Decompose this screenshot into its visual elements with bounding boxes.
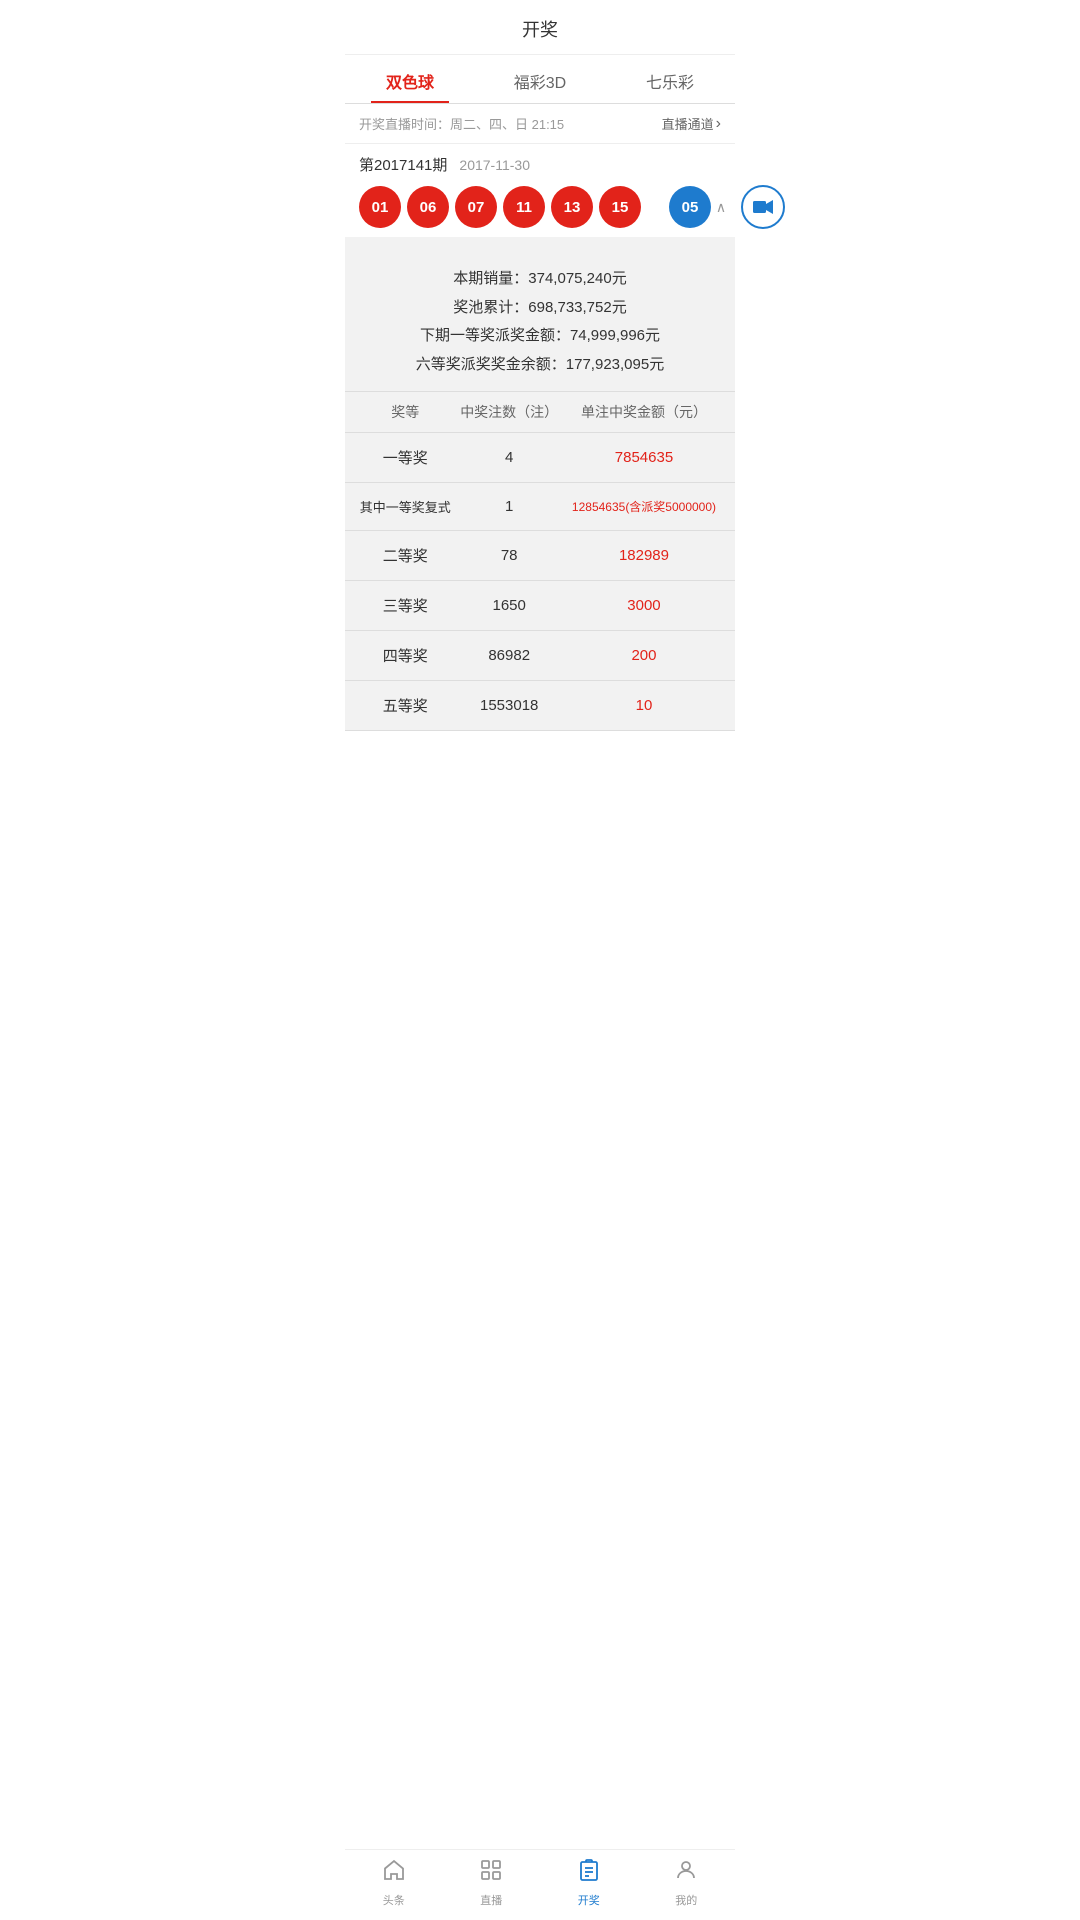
prize-row-5: 四等奖 86982 200: [345, 631, 735, 681]
header-col-count: 中奖注数（注）: [451, 402, 567, 422]
prize-row-4: 三等奖 1650 3000: [345, 581, 735, 631]
nav-headlines[interactable]: 头条: [345, 1858, 443, 1908]
prize-level-5: 四等奖: [359, 645, 451, 666]
prize-amount-1: 7854635: [567, 449, 721, 466]
blue-ball: 05: [669, 186, 711, 228]
tab-shuangseqiu[interactable]: 双色球: [345, 55, 475, 103]
prize-row-6: 五等奖 1553018 10: [345, 681, 735, 731]
red-ball-3: 07: [455, 186, 497, 228]
home-icon: [382, 1858, 406, 1888]
sales-line2: 奖池累计：698,733,752元: [355, 294, 725, 323]
prize-count-2: 1: [451, 498, 567, 515]
nav-live-label: 直播: [480, 1892, 502, 1908]
prize-amount-5: 200: [567, 647, 721, 664]
red-balls: 01 06 07 11 13 15: [359, 186, 641, 228]
live-bar: 开奖直播时间：周二、四、日 21:15 直播通道: [345, 104, 735, 144]
nav-live[interactable]: 直播: [443, 1858, 541, 1908]
header-col-level: 奖等: [359, 402, 451, 422]
prize-amount-3: 182989: [567, 547, 721, 564]
nav-lottery-label: 开奖: [578, 1892, 600, 1908]
page-title: 开奖: [522, 20, 558, 40]
nav-mine[interactable]: 我的: [638, 1858, 736, 1908]
triangle-pointer: [528, 237, 552, 249]
live-time-label: 开奖直播时间：周二、四、日 21:15: [359, 114, 564, 133]
person-icon: [674, 1858, 698, 1888]
tabs-bar: 双色球 福彩3D 七乐彩: [345, 55, 735, 104]
clipboard-icon: [577, 1858, 601, 1888]
red-ball-1: 01: [359, 186, 401, 228]
prize-level-1: 一等奖: [359, 447, 451, 468]
grid-icon: [479, 1858, 503, 1888]
sales-info: 本期销量：374,075,240元 奖池累计：698,733,752元 下期一等…: [345, 249, 735, 391]
prize-level-2: 其中一等奖复式: [359, 497, 451, 516]
sales-line1: 本期销量：374,075,240元: [355, 265, 725, 294]
video-button[interactable]: [741, 185, 785, 229]
balls-row: 01 06 07 11 13 15: [359, 185, 721, 229]
details-section: 本期销量：374,075,240元 奖池累计：698,733,752元 下期一等…: [345, 237, 735, 731]
prize-count-5: 86982: [451, 647, 567, 664]
period-number: 第2017141期: [359, 154, 447, 175]
red-ball-4: 11: [503, 186, 545, 228]
bottom-nav: 头条 直播 开奖: [345, 1849, 735, 1920]
red-ball-5: 13: [551, 186, 593, 228]
blue-ball-wrap: 05: [669, 186, 711, 228]
prize-row-3: 二等奖 78 182989: [345, 531, 735, 581]
prize-count-1: 4: [451, 449, 567, 466]
prize-count-4: 1650: [451, 597, 567, 614]
red-ball-6: 15: [599, 186, 641, 228]
nav-headlines-label: 头条: [383, 1892, 405, 1908]
nav-lottery[interactable]: 开奖: [540, 1858, 638, 1908]
prize-amount-4: 3000: [567, 597, 721, 614]
prize-row-2: 其中一等奖复式 1 12854635(含派奖5000000): [345, 483, 735, 531]
prize-level-3: 二等奖: [359, 545, 451, 566]
period-section: 第2017141期 2017-11-30 01 06 07 11 13: [345, 144, 735, 237]
sales-line4: 六等奖派奖奖金余额：177,923,095元: [355, 351, 725, 380]
red-ball-2: 06: [407, 186, 449, 228]
nav-mine-label: 我的: [675, 1892, 697, 1908]
sales-line3: 下期一等奖派奖金额：74,999,996元: [355, 322, 725, 351]
prize-amount-2: 12854635(含派奖5000000): [567, 498, 721, 515]
page-header: 开奖: [345, 0, 735, 55]
table-header: 奖等 中奖注数（注） 单注中奖金额（元）: [345, 391, 735, 433]
prize-level-4: 三等奖: [359, 595, 451, 616]
tab-fucai3d[interactable]: 福彩3D: [475, 55, 605, 103]
prize-count-6: 1553018: [451, 697, 567, 714]
period-date: 2017-11-30: [459, 157, 530, 173]
expand-area: ∧: [711, 185, 785, 229]
chevron-up-icon[interactable]: ∧: [711, 197, 731, 217]
prize-table: 奖等 中奖注数（注） 单注中奖金额（元） 一等奖 4 7854635 其中一等奖…: [345, 391, 735, 731]
prize-row-1: 一等奖 4 7854635: [345, 433, 735, 483]
prize-amount-6: 10: [567, 697, 721, 714]
prize-level-6: 五等奖: [359, 695, 451, 716]
live-link[interactable]: 直播通道: [662, 114, 721, 133]
tab-qilecai[interactable]: 七乐彩: [605, 55, 735, 103]
prize-count-3: 78: [451, 547, 567, 564]
header-col-amount: 单注中奖金额（元）: [567, 402, 721, 422]
